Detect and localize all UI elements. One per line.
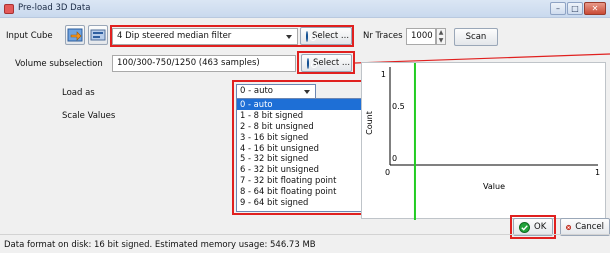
scan-button[interactable]: Scan (454, 28, 498, 46)
close-button[interactable]: ✕ (584, 2, 606, 15)
import-cube-button[interactable] (65, 25, 85, 45)
load-as-label: Load as (62, 88, 95, 98)
window-controls: – □ ✕ (550, 2, 606, 15)
minimize-button[interactable]: – (550, 2, 566, 15)
cube-manager-icon (90, 29, 106, 41)
input-cube-label: Input Cube (6, 31, 53, 41)
x-tick-right: 1 (595, 168, 600, 177)
spin-up-icon[interactable]: ▲ (437, 29, 445, 37)
import-icon (67, 28, 83, 42)
status-separator (0, 234, 610, 235)
cube-manager-button[interactable] (88, 25, 108, 45)
y-tick-top: 1 (381, 70, 386, 79)
cancel-label: Cancel (575, 222, 604, 232)
nr-traces-spinner[interactable]: ▲ ▼ (436, 28, 446, 45)
scale-values-label: Scale Values (62, 111, 116, 121)
maximize-button[interactable]: □ (567, 2, 583, 15)
y-axis-label: Count (365, 111, 374, 135)
nr-traces-input[interactable]: 1000 (406, 28, 436, 45)
nr-traces-label: Nr Traces (363, 31, 403, 41)
x-axis-label: Value (483, 182, 505, 191)
y-tick-mid: 0.5 (392, 102, 405, 111)
highlight-ok (510, 215, 556, 239)
spin-down-icon[interactable]: ▼ (437, 37, 445, 45)
histogram-plot: 1 0.5 0 0 1 Count Value (361, 62, 606, 220)
histogram-canvas: 1 0.5 0 0 1 Count Value (365, 63, 600, 220)
status-text: Data format on disk: 16 bit signed. Esti… (4, 240, 316, 250)
highlight-volume-select (297, 51, 355, 74)
window-title: Pre-load 3D Data (18, 3, 91, 13)
app-icon (4, 4, 14, 14)
highlight-input-cube (110, 25, 354, 47)
title-bar: Pre-load 3D Data – □ ✕ (0, 0, 610, 18)
volume-subselection-label: Volume subselection (15, 59, 103, 69)
y-tick-bottom: 0 (392, 154, 397, 163)
x-tick-left: 0 (385, 168, 390, 177)
volume-subselection-field: 100/300-750/1250 (463 samples) (112, 55, 296, 72)
cancel-icon (566, 224, 572, 230)
